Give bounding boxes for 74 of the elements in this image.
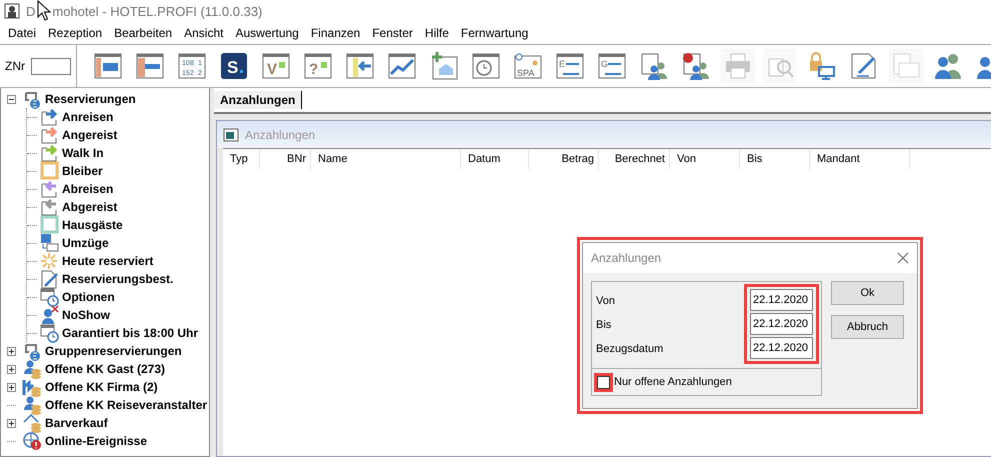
tree-item[interactable]: Walk In (62, 146, 104, 160)
column-header[interactable]: Bis (740, 149, 810, 169)
collapse-icon[interactable] (7, 94, 16, 104)
tree-item[interactable]: Offene KK Gast (273) (45, 362, 166, 376)
people-document-icon (639, 51, 669, 81)
dialog-title: Anzahlungen (591, 251, 662, 265)
checkbox-label: Nur offene Anzahlungen (614, 376, 732, 388)
tree-item[interactable]: Garantiert bis 18:00 Uhr (62, 326, 198, 340)
menu-item[interactable]: Bearbeiten (110, 26, 180, 40)
clock-icon (471, 51, 501, 81)
line-chart-icon (387, 51, 417, 81)
tree-item[interactable]: Anreisen (62, 110, 114, 124)
menu-item[interactable]: Fernwartung (456, 26, 536, 40)
people-alert-icon (681, 51, 711, 81)
house-plus-icon (429, 51, 459, 81)
window-title: mohotel - HOTEL.PROFI (11.0.0.33) (52, 4, 262, 18)
column-header[interactable]: Berechnet (599, 149, 670, 169)
field-label: Von (596, 294, 616, 309)
bar-grid-icon (135, 51, 165, 81)
tree-item[interactable]: Reservierungen (45, 92, 136, 106)
expand-icon[interactable] (7, 382, 16, 392)
tree-item[interactable]: NoShow (62, 308, 110, 322)
expand-icon[interactable] (7, 418, 16, 428)
menu-item[interactable]: Rezeption (44, 26, 110, 40)
app-icon (4, 3, 20, 19)
tree-item[interactable]: Angereist (62, 128, 118, 142)
column-header[interactable]: Name (311, 149, 461, 169)
tree-item[interactable]: Bleiber (62, 164, 103, 178)
expand-icon[interactable] (7, 364, 16, 374)
field-label: ZNr (5, 59, 25, 73)
tree-item[interactable]: Offene KK Reiseveranstalter (45, 398, 208, 412)
calendar-grid-icon (93, 51, 123, 81)
tab[interactable]: Anzahlungen (214, 91, 302, 109)
checkbox[interactable] (597, 376, 610, 388)
date-field[interactable]: 22.12.2020 (750, 289, 813, 311)
tree-item[interactable]: Reservierungsbest. (62, 272, 174, 286)
arrow-grid-icon (345, 51, 375, 81)
tree-item[interactable]: Barverkauf (45, 416, 108, 430)
window-title: Anzahlungen (245, 128, 316, 142)
column-header[interactable]: Typ (223, 149, 260, 169)
people-icon (933, 51, 963, 81)
column-header[interactable]: Datum (461, 149, 529, 169)
column-header[interactable]: Betrag (529, 149, 599, 169)
printer-icon (723, 51, 753, 81)
lock-monitor-icon (807, 51, 837, 81)
menu-item[interactable]: Finanzen (306, 26, 368, 40)
tree-item[interactable]: Gruppenreservierungen (45, 344, 182, 358)
input-field[interactable] (31, 58, 71, 74)
tree-item[interactable]: Abgereist (62, 200, 118, 214)
field-label: Bis (596, 318, 612, 333)
tree-item[interactable]: Hausgäste (62, 218, 123, 232)
column-header[interactable]: Mandant (810, 149, 910, 169)
menu-item[interactable]: Datei (4, 26, 44, 40)
window-icon (223, 128, 239, 142)
date-field[interactable]: 22.12.2020 (750, 337, 813, 359)
tree-item[interactable]: Abreisen (62, 182, 114, 196)
tree-item[interactable]: Optionen (62, 290, 115, 304)
tree-item[interactable]: Online-Ereignisse (45, 434, 148, 448)
column-header[interactable]: Von (670, 149, 740, 169)
date-field[interactable]: 22.12.2020 (750, 313, 813, 335)
menu-item[interactable]: Fenster (368, 26, 421, 40)
menu-item[interactable]: Ansicht (180, 26, 232, 40)
tree-item[interactable]: Umzüge (62, 236, 109, 250)
field-label: Bezugsdatum (596, 342, 664, 357)
expand-icon[interactable] (7, 346, 16, 356)
menu-item[interactable]: Auswertung (231, 26, 307, 40)
tree-item[interactable]: Offene KK Firma (2) (45, 380, 158, 394)
column-header[interactable]: BNr (260, 149, 311, 169)
close-icon[interactable] (897, 252, 909, 264)
dialog-button[interactable]: Ok (831, 281, 904, 305)
tree-item[interactable]: Heute reserviert (62, 254, 154, 268)
dialog-button[interactable]: Abbruch (831, 315, 904, 339)
window-title: D (26, 4, 36, 18)
menu-item[interactable]: Hilfe (420, 26, 457, 40)
